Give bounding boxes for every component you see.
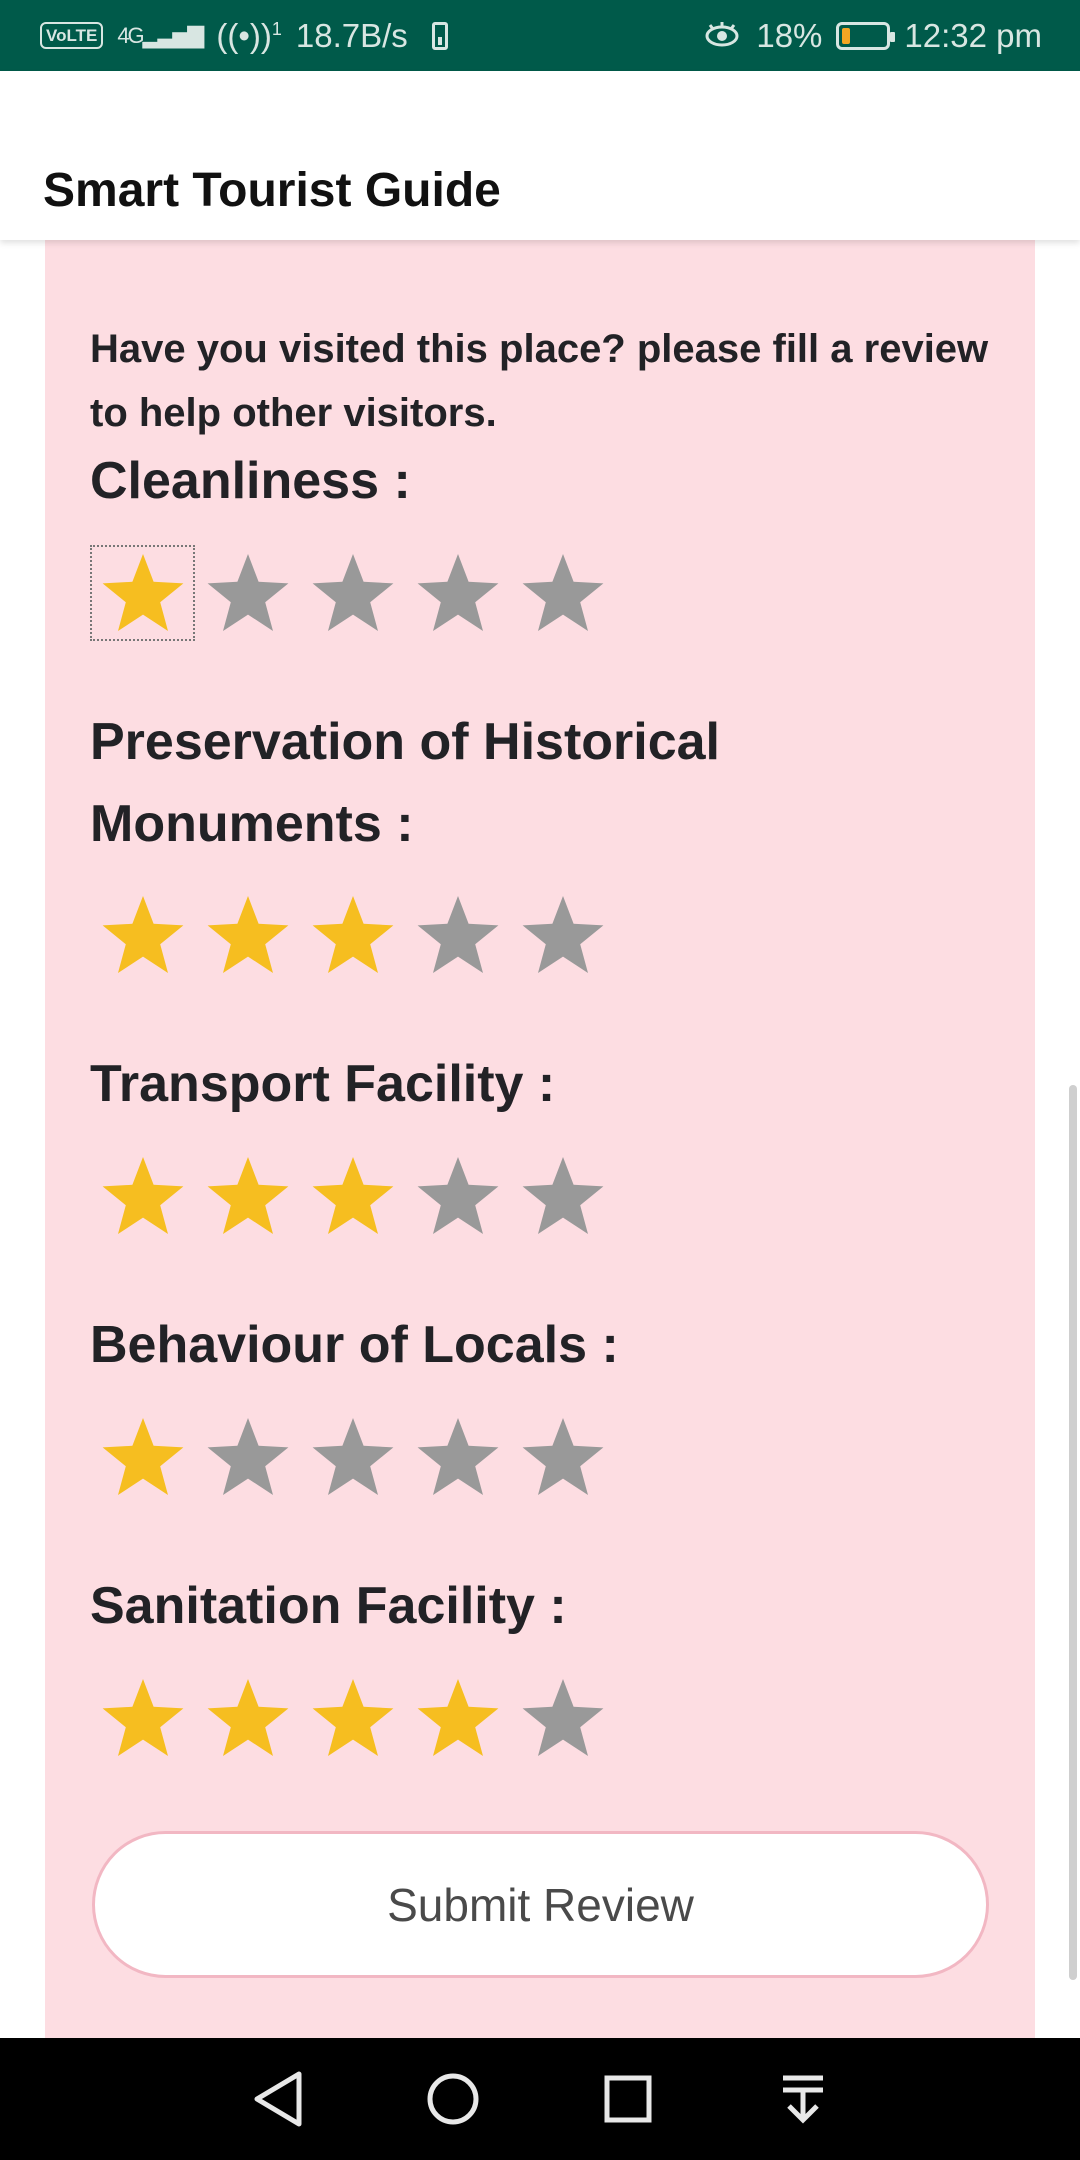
battery-icon xyxy=(836,21,896,50)
battery-percent: 18% xyxy=(756,16,823,54)
app-title: Smart Tourist Guide xyxy=(43,164,501,217)
category-label-sanitation: Sanitation Facility : xyxy=(90,1577,567,1635)
star-icon[interactable] xyxy=(90,1670,195,1766)
star-icon[interactable] xyxy=(195,1409,300,1505)
clock: 12:32 pm xyxy=(904,16,1042,54)
star-icon[interactable] xyxy=(510,1409,615,1505)
home-icon[interactable] xyxy=(413,2059,493,2139)
star-icon[interactable] xyxy=(90,1148,195,1244)
star-icon[interactable] xyxy=(405,1409,510,1505)
star-icon[interactable] xyxy=(195,887,300,983)
rating-bar-cleanliness[interactable] xyxy=(90,545,615,641)
star-icon[interactable] xyxy=(510,1670,615,1766)
rating-bar-transport[interactable] xyxy=(90,1148,615,1244)
volte-icon: VoLTE xyxy=(40,22,104,49)
navigation-bar xyxy=(0,2038,1080,2160)
signal-icon: 4G▂▃▅▇ xyxy=(117,22,204,48)
star-icon[interactable] xyxy=(405,1148,510,1244)
category-label-behaviour: Behaviour of Locals : xyxy=(90,1316,619,1374)
scrollbar[interactable] xyxy=(1069,1085,1077,1980)
battery-saver-icon xyxy=(431,21,448,50)
network-speed: 18.7B/s xyxy=(295,16,408,54)
star-icon[interactable] xyxy=(300,1148,405,1244)
star-icon[interactable] xyxy=(510,545,615,641)
star-icon[interactable] xyxy=(510,1148,615,1244)
status-bar: VoLTE 4G▂▃▅▇ ((•))1 18.7B/s 18% 12:32 pm xyxy=(0,0,1080,71)
star-icon[interactable] xyxy=(300,1409,405,1505)
star-icon[interactable] xyxy=(300,887,405,983)
rating-bar-preservation[interactable] xyxy=(90,887,615,983)
battery-fill xyxy=(842,27,851,44)
app-bar: Smart Tourist Guide xyxy=(0,71,1080,240)
signal-label: 4G xyxy=(117,22,144,48)
star-icon[interactable] xyxy=(195,545,300,641)
status-left: VoLTE 4G▂▃▅▇ ((•))1 18.7B/s xyxy=(40,17,448,55)
review-intro-text: Have you visited this place? please fill… xyxy=(90,327,989,435)
star-icon[interactable] xyxy=(90,545,195,641)
recents-icon[interactable] xyxy=(588,2059,668,2139)
back-icon[interactable] xyxy=(238,2059,318,2139)
review-card: Have you visited this place? please fill… xyxy=(45,240,1035,2038)
star-icon[interactable] xyxy=(405,887,510,983)
rating-bar-behaviour[interactable] xyxy=(90,1409,615,1505)
status-right: 18% 12:32 pm xyxy=(702,17,1042,55)
star-icon[interactable] xyxy=(300,1670,405,1766)
star-icon[interactable] xyxy=(90,887,195,983)
star-icon[interactable] xyxy=(90,1409,195,1505)
submit-review-button[interactable]: Submit Review xyxy=(92,1831,989,1978)
category-label-preservation: Preservation of Historical Monuments : xyxy=(90,713,720,853)
star-icon[interactable] xyxy=(405,545,510,641)
notifications-pull-icon[interactable] xyxy=(763,2059,843,2139)
star-icon[interactable] xyxy=(405,1670,510,1766)
hotspot-icon: ((•))1 xyxy=(216,16,282,54)
hotspot-count: 1 xyxy=(271,18,282,39)
category-label-cleanliness: Cleanliness : xyxy=(90,452,411,510)
rating-bar-sanitation[interactable] xyxy=(90,1670,615,1766)
star-icon[interactable] xyxy=(195,1148,300,1244)
star-icon[interactable] xyxy=(195,1670,300,1766)
category-label-transport: Transport Facility : xyxy=(90,1055,556,1113)
star-icon[interactable] xyxy=(300,545,405,641)
star-icon[interactable] xyxy=(510,887,615,983)
eye-comfort-icon xyxy=(705,21,739,46)
